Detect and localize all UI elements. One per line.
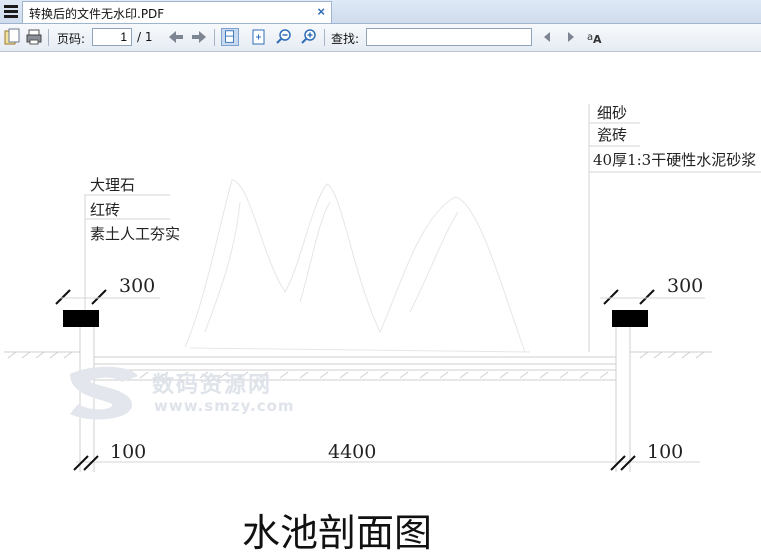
dimension-100-right: 100 xyxy=(647,441,683,463)
rock-outline xyxy=(184,179,531,353)
watermark-url: www.smzy.com xyxy=(154,397,295,415)
tab-bar: 转换后的文件无水印.PDF × xyxy=(0,0,761,24)
match-case-icon[interactable]: a A xyxy=(586,28,604,46)
fit-page-icon[interactable] xyxy=(250,28,268,46)
search-input[interactable] xyxy=(366,28,532,46)
document-tab[interactable]: 转换后的文件无水印.PDF × xyxy=(22,1,332,23)
wall-cap-right xyxy=(612,310,648,327)
find-label: 查找: xyxy=(331,32,360,46)
top-dimension-right: 300 xyxy=(600,275,705,327)
drawing-caption: 水池剖面图 xyxy=(242,511,432,552)
zoom-in-icon[interactable] xyxy=(300,28,318,46)
previous-page-icon[interactable] xyxy=(167,28,185,46)
top-dimension-left: 300 xyxy=(55,275,160,327)
layer-label-red-brick: 红砖 xyxy=(90,201,120,219)
wall-cap-left xyxy=(63,310,99,327)
layer-label-marble: 大理石 xyxy=(90,176,135,194)
dimension-300-right: 300 xyxy=(667,275,703,297)
watermark-logo-icon xyxy=(70,366,138,420)
page-total: / 1 xyxy=(137,30,153,44)
document-page: 大理石 红砖 素土人工夯实 细砂 瓷砖 40厚1:3干硬性水泥砂浆 300 30… xyxy=(0,52,761,552)
watermark-logo-text: 数码资源网 xyxy=(152,373,273,398)
page-number-input[interactable]: 1 xyxy=(92,28,132,46)
tab-title: 转换后的文件无水印.PDF xyxy=(29,7,165,21)
dimension-4400: 4400 xyxy=(328,441,376,463)
dimension-300-left: 300 xyxy=(119,275,155,297)
svg-text:A: A xyxy=(593,33,602,46)
menu-icon[interactable] xyxy=(0,0,22,23)
dimension-100-left: 100 xyxy=(110,441,146,463)
bottom-dimensions: 100 4400 100 xyxy=(73,441,700,471)
fit-width-icon[interactable] xyxy=(221,28,239,46)
zoom-out-icon[interactable] xyxy=(275,28,293,46)
find-previous-icon[interactable] xyxy=(538,28,556,46)
layer-label-fine-sand: 细砂 xyxy=(597,104,627,122)
page-label: 页码: xyxy=(57,32,86,46)
layer-label-tile: 瓷砖 xyxy=(597,126,627,144)
find-next-icon[interactable] xyxy=(562,28,580,46)
section-drawing: 大理石 红砖 素土人工夯实 细砂 瓷砖 40厚1:3干硬性水泥砂浆 300 30… xyxy=(4,104,761,552)
toolbar: 页码: 1 / 1 查找: a A xyxy=(0,24,761,52)
layer-label-compacted-soil: 素土人工夯实 xyxy=(90,225,180,243)
layer-label-mortar: 40厚1:3干硬性水泥砂浆 xyxy=(593,151,756,169)
print-icon[interactable] xyxy=(25,28,43,46)
close-icon[interactable]: × xyxy=(317,4,325,19)
open-file-icon[interactable] xyxy=(3,28,21,46)
next-page-icon[interactable] xyxy=(190,28,208,46)
